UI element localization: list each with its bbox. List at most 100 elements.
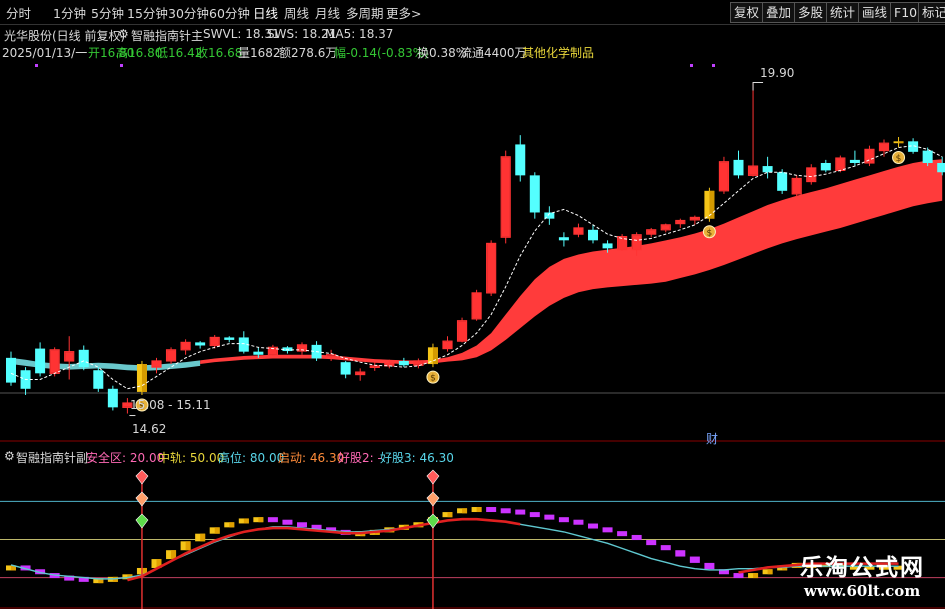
histogram-bar: [297, 522, 307, 528]
tab-1min[interactable]: 1分钟: [53, 3, 86, 22]
mark-button[interactable]: 标记: [918, 2, 945, 23]
candle-fill: [181, 342, 190, 350]
candle: [820, 159, 831, 173]
quote-amount: 额278.6万: [279, 46, 338, 60]
candlestick-chart[interactable]: $$$$: [0, 60, 945, 445]
candle: [486, 240, 497, 296]
event-dot: [35, 64, 38, 67]
candle-body: [777, 172, 788, 191]
overlay-button[interactable]: 叠加: [762, 2, 796, 23]
histogram-bar: [646, 540, 657, 546]
histogram-bar: [529, 512, 540, 518]
candle-body: [6, 357, 16, 383]
candle-fill: [719, 162, 728, 191]
histogram-bar-shade: [753, 573, 759, 579]
candle-fill: [50, 350, 59, 373]
candle-fill: [574, 228, 583, 234]
settings-icon[interactable]: ⚙: [118, 27, 129, 41]
candle-fill: [458, 321, 467, 341]
candle-body: [340, 362, 351, 375]
histogram-bar: [704, 562, 715, 570]
ma5-value: MA5: 18.37: [325, 27, 394, 41]
sub-red-line: [127, 517, 899, 582]
tab-60min[interactable]: 60分钟: [209, 3, 250, 22]
stock-title: 光华股份(日线 前复权): [4, 29, 126, 43]
candle-shade: [432, 347, 438, 365]
tab-5min[interactable]: 5分钟: [91, 3, 124, 22]
histogram-bar-shade: [185, 541, 191, 551]
multi-stock-button[interactable]: 多股: [794, 2, 828, 23]
candle: [573, 223, 584, 238]
candle-body: [107, 388, 118, 408]
candle-body: [820, 162, 831, 171]
candle: [747, 82, 759, 177]
candle: [151, 357, 162, 374]
financial-report-tag[interactable]: 财: [706, 430, 718, 447]
candle: [675, 218, 686, 228]
draw-line-button[interactable]: 画线: [858, 2, 892, 23]
diamond-icon: [426, 469, 440, 485]
candle-fill: [676, 221, 685, 224]
tab-daily[interactable]: 日线: [253, 3, 278, 22]
candle-fill: [661, 225, 670, 230]
histogram-bar: [689, 556, 700, 563]
histogram-bar: [733, 573, 744, 579]
candle-body: [529, 175, 540, 213]
candle-body: [515, 144, 526, 176]
candle: [20, 367, 31, 395]
candle: [515, 135, 526, 182]
high-marker-line: [752, 82, 764, 91]
f10-button[interactable]: F10: [890, 2, 922, 23]
candle: [442, 336, 453, 352]
quote-sector[interactable]: 其他化学制品: [522, 44, 594, 61]
histogram-bar: [544, 514, 555, 520]
candle: [165, 347, 177, 365]
candle: [238, 331, 249, 354]
candle-fill: [327, 355, 336, 356]
histogram-bar: [617, 531, 628, 537]
candle-fill: [792, 178, 801, 194]
candle-fill: [152, 361, 161, 367]
candle: [6, 351, 16, 386]
tab-15min[interactable]: 15分钟: [127, 3, 168, 22]
tab-monthly[interactable]: 月线: [315, 3, 340, 22]
histogram-bar: [660, 545, 671, 551]
high-price-marker: 19.90: [760, 66, 795, 80]
candle: [107, 385, 118, 411]
candle-fill: [370, 366, 379, 367]
tab-weekly[interactable]: 周线: [284, 3, 309, 22]
tab-multi-period[interactable]: 多周期: [346, 3, 384, 22]
candle: [296, 342, 308, 355]
stats-button[interactable]: 统计: [826, 2, 860, 23]
diamond-icon: [135, 513, 149, 529]
candle: [500, 150, 511, 244]
candle-shade: [141, 364, 147, 392]
histogram-bar: [631, 534, 642, 541]
candle-fill: [749, 166, 758, 175]
tab-30min[interactable]: 30分钟: [168, 3, 209, 22]
histogram-bar-shade: [258, 517, 264, 523]
main-indicator-name[interactable]: 智融指南针主: [131, 27, 203, 44]
candle-fill: [836, 158, 845, 170]
candle: [864, 145, 875, 167]
event-dot: [712, 64, 715, 67]
tab-intraday[interactable]: 分时: [6, 3, 31, 22]
candle: [529, 172, 540, 219]
quote-float: 流通4400万: [460, 46, 527, 60]
candle: [878, 139, 890, 157]
histogram-bar-shade: [462, 508, 468, 514]
candle: [413, 358, 424, 369]
candle: [689, 215, 700, 225]
restore-rights-button[interactable]: 复权: [730, 2, 764, 23]
quote-volume: 量1682: [238, 46, 281, 60]
candle-body: [849, 159, 860, 163]
candle: [78, 345, 89, 371]
candle: [64, 336, 75, 380]
candle-shade: [898, 141, 904, 144]
candle: [180, 339, 191, 355]
candle: [646, 227, 657, 238]
sub-settings-icon[interactable]: ⚙: [4, 449, 15, 463]
tab-more[interactable]: 更多>: [386, 3, 421, 22]
histogram-bar-shade: [767, 569, 773, 575]
histogram-bar: [602, 527, 613, 533]
